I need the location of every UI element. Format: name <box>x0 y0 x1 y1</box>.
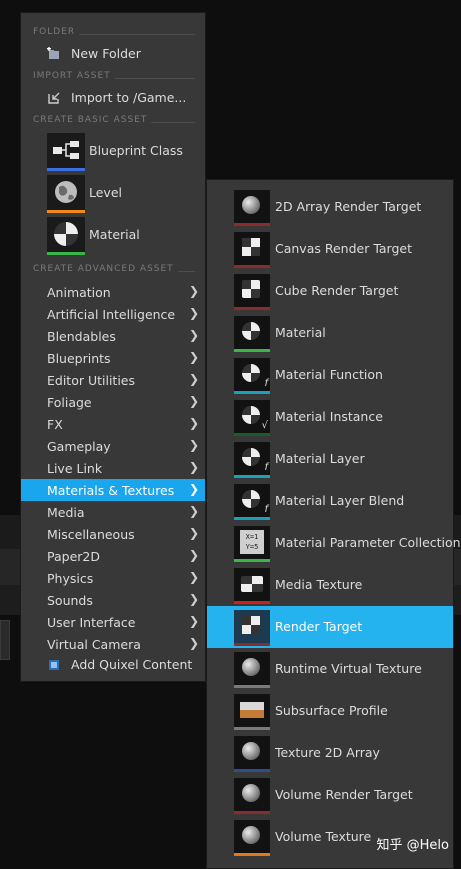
level-label: Level <box>89 185 122 200</box>
submenu-item-subsurface-profile[interactable]: Subsurface Profile <box>207 690 453 732</box>
material-icon <box>47 217 85 255</box>
chevron-right-icon: ❯ <box>188 416 199 430</box>
cube-icon <box>234 736 270 772</box>
material-sphere-icon <box>234 316 270 352</box>
submenu-item-render-target[interactable]: Render Target <box>207 606 453 648</box>
menu-item-artificial-intelligence[interactable]: Artificial Intelligence ❯ <box>21 303 205 325</box>
new-folder-item[interactable]: New Folder <box>21 44 205 64</box>
section-import: IMPORT ASSET <box>33 71 195 85</box>
submenu-item-media-texture[interactable]: Media Texture <box>207 564 453 606</box>
level-icon <box>47 175 85 213</box>
blueprint-class-label: Blueprint Class <box>89 143 183 158</box>
canvas-icon <box>234 232 270 268</box>
chevron-right-icon: ❯ <box>188 636 199 650</box>
chevron-right-icon: ❯ <box>188 372 199 386</box>
chevron-right-icon: ❯ <box>188 438 199 452</box>
editor-background-panel <box>0 620 10 660</box>
chevron-right-icon: ❯ <box>188 394 199 408</box>
chevron-right-icon: ❯ <box>188 592 199 606</box>
material-function-icon: f <box>234 358 270 394</box>
submenu-item-material-instance[interactable]: √ Material Instance <box>207 396 453 438</box>
menu-item-materials-textures[interactable]: Materials & Textures ❯ <box>21 479 205 501</box>
menu-item-foliage[interactable]: Foliage ❯ <box>21 391 205 413</box>
material-layer-blend-icon: f <box>234 484 270 520</box>
submenu-item-cube-render-target[interactable]: Cube Render Target <box>207 270 453 312</box>
blueprint-class-item[interactable]: Blueprint Class <box>21 133 205 171</box>
chevron-right-icon: ❯ <box>188 306 199 320</box>
watermark: 知乎 @Helo <box>376 838 449 853</box>
material-item[interactable]: Material <box>21 217 205 255</box>
import-item[interactable]: Import to /Game... <box>21 88 205 108</box>
submenu-item-runtime-virtual-texture[interactable]: Runtime Virtual Texture <box>207 648 453 690</box>
quixel-icon <box>49 660 59 670</box>
new-folder-icon <box>47 47 59 59</box>
chevron-right-icon: ❯ <box>188 614 199 628</box>
menu-item-paper2d[interactable]: Paper2D ❯ <box>21 545 205 567</box>
chevron-right-icon: ❯ <box>188 328 199 342</box>
render-target-icon <box>234 610 270 646</box>
menu-item-live-link[interactable]: Live Link ❯ <box>21 457 205 479</box>
parameter-collection-icon: X=1 Y=5 <box>234 526 270 562</box>
chevron-right-icon: ❯ <box>188 548 199 562</box>
section-basic: CREATE BASIC ASSET <box>33 115 195 129</box>
submenu-item-material[interactable]: Material <box>207 312 453 354</box>
section-advanced: CREATE ADVANCED ASSET <box>33 264 195 278</box>
chevron-right-icon: ❯ <box>188 460 199 474</box>
import-label: Import to /Game... <box>71 90 187 105</box>
menu-item-blendables[interactable]: Blendables ❯ <box>21 325 205 347</box>
menu-item-blueprints[interactable]: Blueprints ❯ <box>21 347 205 369</box>
chevron-right-icon: ❯ <box>188 284 199 298</box>
chevron-right-icon: ❯ <box>188 482 199 496</box>
level-item[interactable]: Level <box>21 175 205 213</box>
cube-icon <box>234 820 270 856</box>
menu-item-gameplay[interactable]: Gameplay ❯ <box>21 435 205 457</box>
add-quixel-content-item[interactable]: Add Quixel Content <box>21 655 205 675</box>
menu-item-media[interactable]: Media ❯ <box>21 501 205 523</box>
new-folder-label: New Folder <box>71 46 141 61</box>
menu-item-virtual-camera[interactable]: Virtual Camera ❯ <box>21 633 205 655</box>
section-folder: FOLDER <box>33 27 195 41</box>
cube-icon <box>234 190 270 226</box>
materials-textures-submenu: 2D Array Render Target Canvas Render Tar… <box>206 179 461 869</box>
submenu-item-canvas-render-target[interactable]: Canvas Render Target <box>207 228 453 270</box>
menu-item-physics[interactable]: Physics ❯ <box>21 567 205 589</box>
blueprint-class-icon <box>47 133 85 171</box>
submenu-item-texture-2d-array[interactable]: Texture 2D Array <box>207 732 453 774</box>
material-instance-icon: √ <box>234 400 270 436</box>
submenu-item-material-function[interactable]: f Material Function <box>207 354 453 396</box>
material-label: Material <box>89 227 140 242</box>
submenu-item-2d-array-render-target[interactable]: 2D Array Render Target <box>207 186 453 228</box>
virtual-texture-icon <box>234 652 270 688</box>
menu-item-sounds[interactable]: Sounds ❯ <box>21 589 205 611</box>
menu-item-editor-utilities[interactable]: Editor Utilities ❯ <box>21 369 205 391</box>
submenu-item-volume-render-target[interactable]: Volume Render Target <box>207 774 453 816</box>
menu-item-fx[interactable]: FX ❯ <box>21 413 205 435</box>
content-browser-context-menu: FOLDER New Folder IMPORT ASSET Import to… <box>20 12 206 682</box>
submenu-item-material-layer-blend[interactable]: f Material Layer Blend <box>207 480 453 522</box>
menu-item-user-interface[interactable]: User Interface ❯ <box>21 611 205 633</box>
chevron-right-icon: ❯ <box>188 526 199 540</box>
chevron-right-icon: ❯ <box>188 570 199 584</box>
cube-icon <box>234 778 270 814</box>
submenu-item-material-layer[interactable]: f Material Layer <box>207 438 453 480</box>
chevron-right-icon: ❯ <box>188 504 199 518</box>
subsurface-icon <box>234 694 270 730</box>
add-quixel-content-label: Add Quixel Content <box>71 657 193 672</box>
material-layer-icon: f <box>234 442 270 478</box>
cube-checker-icon <box>234 274 270 310</box>
import-icon <box>48 92 60 104</box>
media-texture-icon <box>234 568 270 604</box>
chevron-right-icon: ❯ <box>188 350 199 364</box>
menu-item-animation[interactable]: Animation ❯ <box>21 281 205 303</box>
submenu-item-material-parameter-collection[interactable]: X=1 Y=5 Material Parameter Collection <box>207 522 461 564</box>
menu-item-miscellaneous[interactable]: Miscellaneous ❯ <box>21 523 205 545</box>
